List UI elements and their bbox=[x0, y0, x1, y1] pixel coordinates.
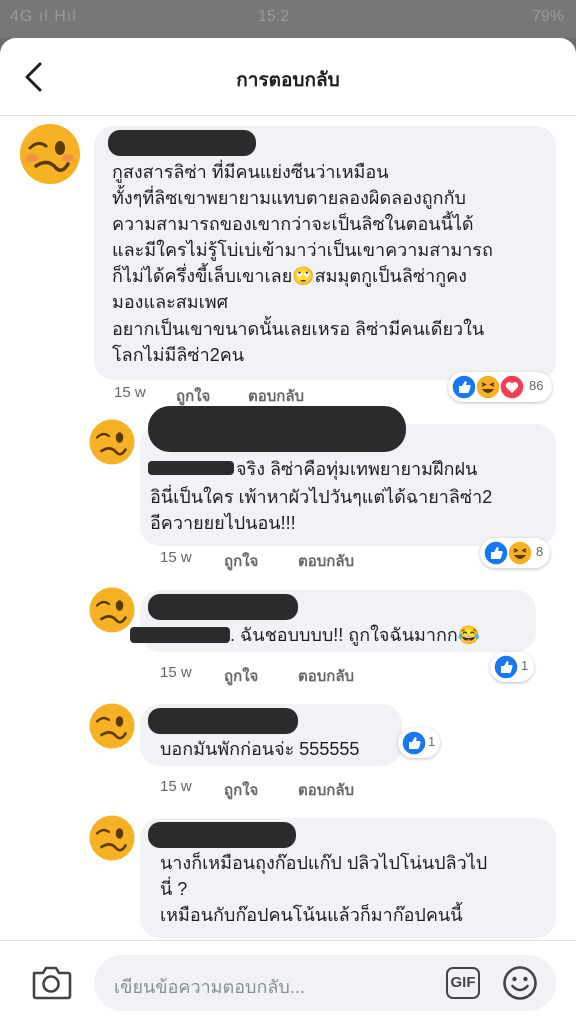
comment-text-line: . ฉันชอบบบบ!! ถูกใจฉันมากก😂 bbox=[230, 625, 481, 645]
reaction-summary[interactable]: 1 bbox=[490, 652, 534, 682]
avatar-woozy-face-icon[interactable] bbox=[88, 702, 136, 750]
like-button[interactable]: ถูกใจ bbox=[224, 778, 258, 802]
avatar-woozy-face-icon[interactable] bbox=[88, 586, 136, 634]
comment-text-line: มองและสมเพศ bbox=[112, 292, 229, 312]
reaction-count: 1 bbox=[428, 734, 436, 749]
status-bar: 4G ıl Hıl 15:2 79% bbox=[0, 0, 576, 38]
reaction-summary[interactable]: 86 bbox=[448, 372, 552, 402]
comment-text-line: จริง ลิซ่าคือทุ่มเทพยายามฝึกฝน bbox=[236, 459, 478, 479]
reply-composer: เขียนข้อความตอบกลับ... GIF bbox=[0, 940, 576, 1024]
redacted-author-name bbox=[108, 130, 256, 156]
comment-text-line: ทั้งๆที่ลิซเขาพยายามแทบตายลองผิดลองถูกกั… bbox=[112, 188, 466, 208]
reaction-count: 8 bbox=[536, 544, 544, 559]
reply-button[interactable]: ตอบกลับ bbox=[298, 549, 354, 573]
comment-text-line: กูสงสารลิซ่า ที่มีคนแย่งซีนว่าเหมือน bbox=[112, 162, 389, 182]
like-button[interactable]: ถูกใจ bbox=[176, 384, 210, 408]
comment-text-line: บอกมันพักก่อนจ่ะ 555555 bbox=[160, 739, 360, 759]
haha-reaction-icon bbox=[475, 374, 501, 400]
redacted-author-name bbox=[148, 822, 296, 848]
reply-input-placeholder: เขียนข้อความตอบกลับ... bbox=[114, 977, 305, 997]
comment-meta: 15 w ถูกใจ ตอบกลับ bbox=[160, 778, 420, 799]
comment-text-line: อีควายยยไปนอน!!! bbox=[150, 513, 296, 533]
header: การตอบกลับ bbox=[0, 38, 576, 116]
reaction-count: 86 bbox=[529, 378, 544, 393]
avatar-woozy-face-icon[interactable] bbox=[88, 814, 136, 862]
signal-indicator: 4G ıl Hıl bbox=[10, 8, 77, 25]
comment-meta: 15 w ถูกใจ ตอบกลับ bbox=[160, 549, 420, 570]
like-reaction-icon bbox=[401, 730, 427, 756]
reaction-count: 1 bbox=[521, 658, 529, 673]
comment-text-line: ความสามารถของเขากว่าจะเป็นลิซในตอนนี้ได้ bbox=[112, 214, 474, 234]
comment-text-line: นี่ ? bbox=[160, 879, 188, 899]
gif-button[interactable]: GIF bbox=[446, 967, 480, 999]
redacted-author-name bbox=[148, 594, 298, 620]
avatar-woozy-face-icon[interactable] bbox=[88, 418, 136, 466]
reaction-summary[interactable]: 1 bbox=[398, 728, 440, 758]
redacted-author-name bbox=[148, 708, 298, 734]
comment-text-line: เหมือนกับก๊อปคนโน้นแล้วก็มาก๊อปคนนี้ bbox=[160, 905, 463, 925]
reply-input[interactable]: เขียนข้อความตอบกลับ... GIF bbox=[94, 955, 556, 1011]
redacted-author-name bbox=[148, 406, 406, 452]
battery-indicator: 79% bbox=[531, 8, 564, 25]
comment-meta: 15 w ถูกใจ ตอบกลับ bbox=[160, 664, 420, 685]
avatar-woozy-face-icon[interactable] bbox=[18, 122, 82, 186]
comment-text-line: อินี่เป็นใคร เพ้าหาผัวไปวันๆแต่ได้ฉายาลิ… bbox=[150, 487, 493, 507]
timestamp: 15 w bbox=[160, 664, 192, 681]
like-button[interactable]: ถูกใจ bbox=[224, 664, 258, 688]
comment-text-line: และมีใครไม่รู้โบ่เบ่เข้ามาว่าเป็นเขาความ… bbox=[112, 240, 493, 260]
timestamp: 15 w bbox=[160, 778, 192, 795]
like-reaction-icon bbox=[493, 654, 519, 680]
comment-text-line: โลกไม่มีลิซ่า2คน bbox=[112, 345, 245, 365]
reply-button[interactable]: ตอบกลับ bbox=[248, 384, 304, 408]
love-reaction-icon bbox=[499, 374, 525, 400]
redacted-mention bbox=[130, 627, 230, 643]
page-title: การตอบกลับ bbox=[236, 70, 340, 91]
like-reaction-icon bbox=[451, 374, 477, 400]
haha-reaction-icon bbox=[507, 540, 533, 566]
reply-button[interactable]: ตอบกลับ bbox=[298, 778, 354, 802]
comment-text-line: นางก็เหมือนถุงก๊อปแก๊ป ปลิวไปโน่นปลิวไป bbox=[160, 853, 488, 873]
replies-sheet: การตอบกลับ กูสงสารลิซ่า ที่มีคนแย่งซีนว่… bbox=[0, 38, 576, 1024]
clock: 15:2 bbox=[258, 8, 290, 25]
comment-text-line: อยากเป็นเขาขนาดนั้นเลยเหรอ ลิซ่ามีคนเดีย… bbox=[112, 319, 485, 339]
like-reaction-icon bbox=[483, 540, 509, 566]
like-button[interactable]: ถูกใจ bbox=[224, 549, 258, 573]
reaction-summary[interactable]: 8 bbox=[480, 538, 550, 568]
timestamp: 15 w bbox=[114, 384, 146, 401]
reply-button[interactable]: ตอบกลับ bbox=[298, 664, 354, 688]
timestamp: 15 w bbox=[160, 549, 192, 566]
comment-meta: 15 w ถูกใจ ตอบกลับ bbox=[114, 384, 414, 405]
comment-text-line: ก็ไม่ได้ครึ่งขี้เล็บเขาเลย🙄สมมุตกูเป็นลิ… bbox=[112, 266, 467, 286]
redacted-mention bbox=[148, 461, 234, 475]
camera-icon[interactable] bbox=[30, 963, 72, 1001]
emoji-icon[interactable] bbox=[502, 965, 538, 1001]
